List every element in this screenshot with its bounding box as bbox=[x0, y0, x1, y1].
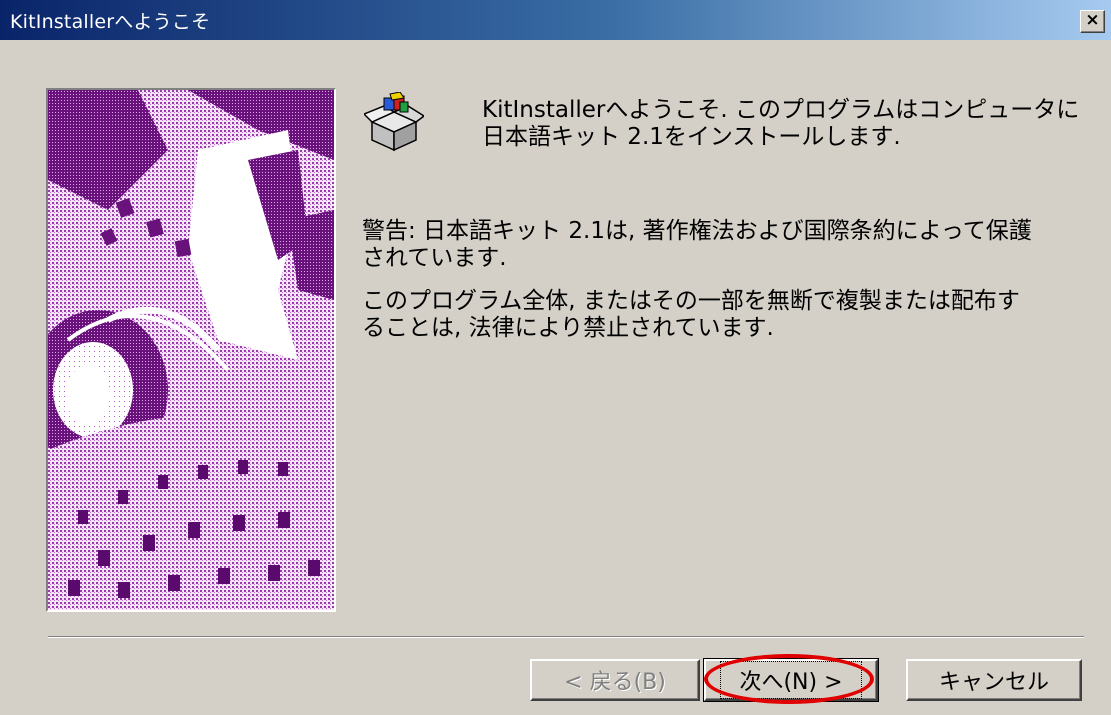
title-bar: KitInstallerへようこそ × bbox=[0, 0, 1111, 40]
cancel-button[interactable]: キャンセル bbox=[906, 659, 1082, 701]
intro-line-1: KitInstallerへようこそ. このプログラムはコンピュータに bbox=[482, 97, 1080, 123]
intro-text: KitInstallerへようこそ. このプログラムはコンピュータに 日本語キッ… bbox=[482, 97, 1079, 151]
warning-line-1: 警告: 日本語キット 2.1は, 著作権法および国際条約によって保護 bbox=[362, 218, 1032, 244]
warning-line-2: されています. bbox=[362, 245, 507, 271]
close-icon[interactable]: × bbox=[1080, 10, 1105, 33]
prohibition-text: このプログラム全体, またはその一部を無断で複製または配布す ることは, 法律に… bbox=[362, 288, 1020, 342]
prohibit-line-1: このプログラム全体, またはその一部を無断で複製または配布す bbox=[362, 288, 1020, 314]
next-button[interactable]: 次へ(N) > bbox=[703, 658, 879, 702]
wizard-side-artwork bbox=[46, 88, 336, 612]
back-button[interactable]: < 戻る(B) bbox=[530, 659, 700, 701]
prohibit-line-2: ることは, 法律により禁止されています. bbox=[362, 315, 774, 341]
window-title: KitInstallerへようこそ bbox=[10, 11, 211, 33]
next-button-label: 次へ(N) > bbox=[720, 661, 862, 699]
button-separator bbox=[48, 636, 1084, 638]
setup-package-icon bbox=[362, 91, 426, 152]
warning-text: 警告: 日本語キット 2.1は, 著作権法および国際条約によって保護 されていま… bbox=[362, 218, 1032, 272]
intro-line-2: 日本語キット 2.1をインストールします. bbox=[482, 124, 901, 150]
